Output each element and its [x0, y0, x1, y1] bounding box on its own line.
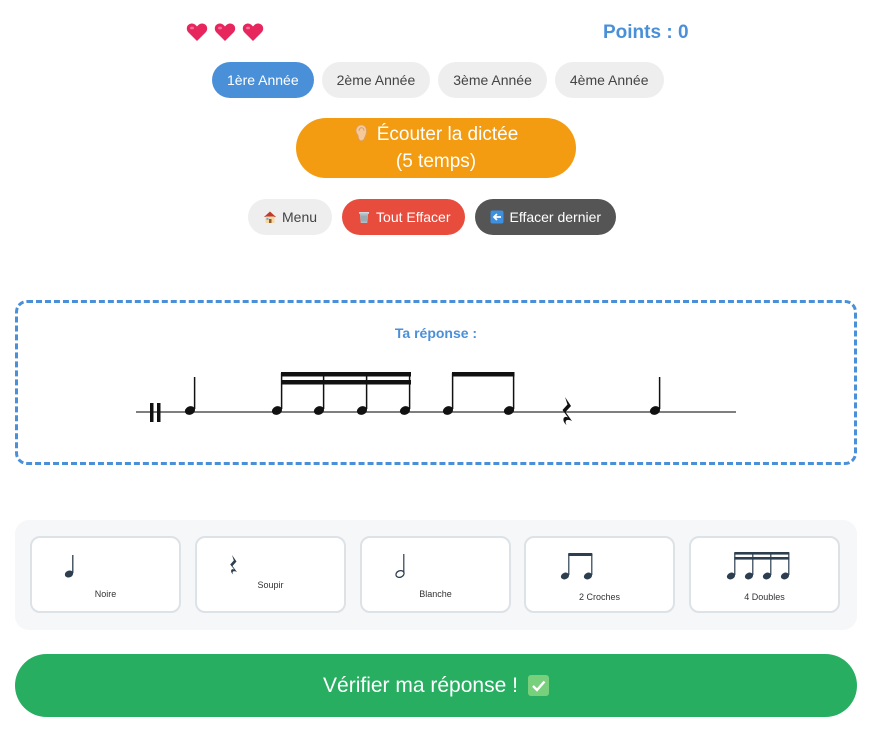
quarter-rest-icon [230, 555, 237, 575]
heart-icon [186, 22, 208, 42]
heart-icon [242, 22, 264, 42]
palette-2-croches-button[interactable]: 2 Croches [524, 536, 675, 613]
listen-dictation-button[interactable]: Écouter la dictée (5 temps) [296, 118, 576, 178]
back-arrow-icon [490, 210, 504, 224]
answer-area: Ta réponse : [15, 300, 857, 465]
palette-label: Noire [94, 589, 117, 599]
heart-icon [214, 22, 236, 42]
rhythm-staff [136, 372, 736, 425]
palette-4-doubles-button[interactable]: 4 Doubles [689, 536, 840, 613]
lives [186, 22, 264, 42]
palette-label: 2 Croches [578, 592, 621, 602]
verify-answer-button[interactable]: Vérifier ma réponse ! [15, 654, 857, 717]
menu-button[interactable]: Menu [248, 199, 333, 235]
action-bar: Menu Tout Effacer Effacer dernier [248, 199, 617, 235]
palette-label: Soupir [257, 580, 284, 590]
answer-note-soupir[interactable] [562, 397, 573, 425]
tab-level-4[interactable]: 4ème Année [554, 62, 664, 98]
palette-noire-button[interactable]: Noire [30, 536, 181, 613]
clear-all-label: Tout Effacer [376, 209, 451, 225]
trash-icon [359, 212, 370, 223]
palette-label: 4 Doubles [744, 592, 785, 602]
level-tabs: 1ère Année 2ème Année 3ème Année 4ème An… [212, 62, 664, 98]
check-icon [527, 675, 549, 696]
ear-icon [355, 124, 367, 142]
home-icon [264, 211, 276, 223]
palette-label: Blanche [419, 589, 452, 599]
listen-label: Écouter la dictée [376, 124, 519, 145]
points-counter: Points : 0 [603, 22, 689, 43]
quarter-note-icon [64, 555, 74, 578]
clear-all-button[interactable]: Tout Effacer [342, 199, 466, 235]
listen-beats: (5 temps) [395, 151, 477, 172]
answer-note-noire[interactable] [649, 377, 662, 416]
tab-level-2[interactable]: 2ème Année [321, 62, 431, 98]
menu-label: Menu [282, 209, 318, 225]
half-note-icon [395, 554, 405, 579]
verify-label: Vérifier ma réponse ! [323, 673, 518, 697]
answer-note-4-doubles[interactable] [271, 372, 412, 416]
palette-soupir-button[interactable]: Soupir [195, 536, 346, 613]
tab-level-3[interactable]: 3ème Année [438, 62, 547, 98]
palette-blanche-button[interactable]: Blanche [360, 536, 511, 613]
answer-note-2-croches[interactable] [442, 372, 516, 416]
tab-level-1[interactable]: 1ère Année [212, 62, 314, 98]
delete-last-button[interactable]: Effacer dernier [475, 199, 617, 235]
answer-note-noire[interactable] [184, 377, 197, 416]
delete-last-label: Effacer dernier [509, 209, 602, 225]
note-palette: Noire Soupir Blanche 2 Croches 4 Doubles [15, 520, 857, 630]
